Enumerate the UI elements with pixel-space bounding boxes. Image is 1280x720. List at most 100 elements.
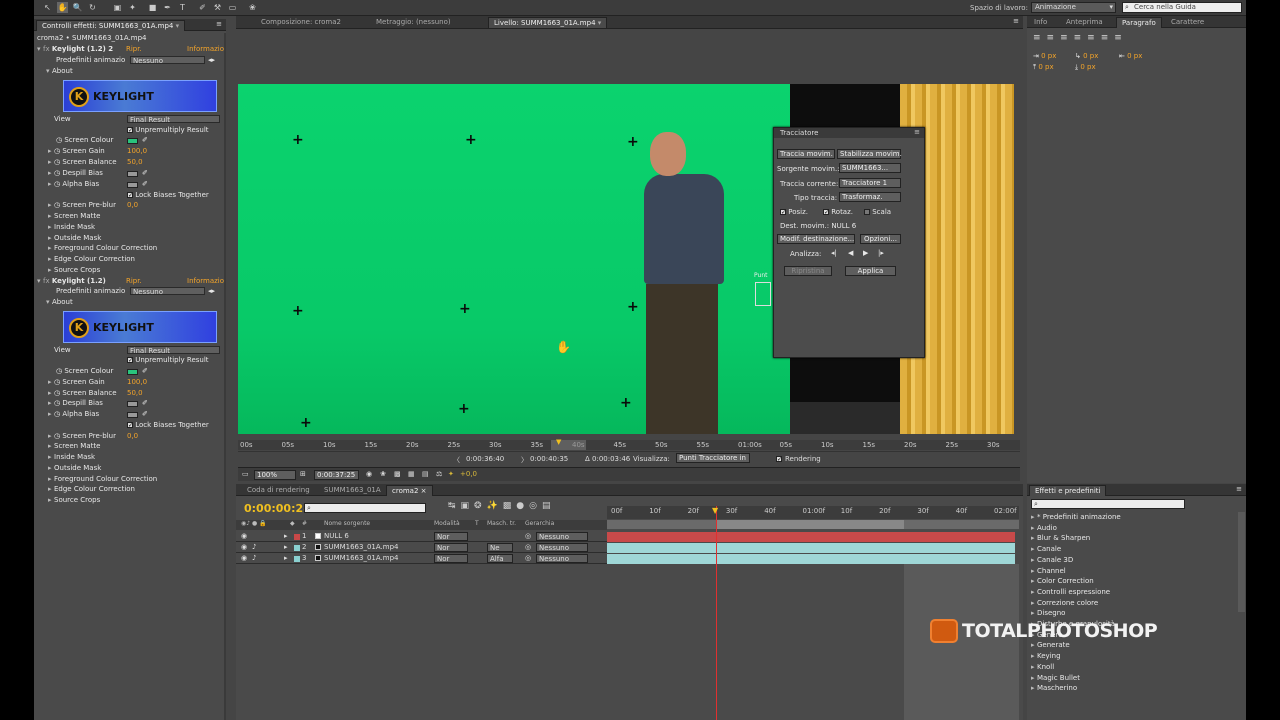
timeline-switches-toolbar[interactable]: ↹▣❂✨▩●◎▤ xyxy=(448,501,556,511)
puppet-tool-icon[interactable]: ❀ xyxy=(247,2,258,13)
edit-target-button[interactable]: Modif. destinazione... xyxy=(777,234,855,244)
nav-arrows-icon[interactable]: ◂▸ xyxy=(208,55,215,66)
exposure-value[interactable]: +0,0 xyxy=(460,470,477,478)
track-type-select[interactable]: Trasformaz. xyxy=(839,192,901,202)
out-time[interactable]: 0:00:40:35 xyxy=(530,455,568,463)
layer-mode[interactable]: Nor xyxy=(434,543,468,552)
effect-category-item[interactable]: ▸ Correzione colore xyxy=(1031,598,1098,609)
indent-first-line[interactable]: ↳ 0 px xyxy=(1075,52,1098,60)
layer-row[interactable]: ◉ ♪ ▸ 2 SUMM1663_01A.mp4 Nor Ne ◎ Nessuno xyxy=(236,542,607,553)
brush-tool-icon[interactable]: ✐ xyxy=(197,2,208,13)
help-search-input[interactable]: ⌕ Cerca nella Guida xyxy=(1122,2,1242,13)
tab-render-queue[interactable]: Coda di rendering xyxy=(242,485,315,496)
lock-biases-checkbox[interactable]: ✓ xyxy=(127,422,133,429)
lock-biases-row[interactable]: ✓ Lock Biases Together xyxy=(34,420,226,431)
out-point-icon[interactable]: 〉 xyxy=(521,455,528,465)
group-outside-mask[interactable]: ▸ Outside Mask xyxy=(34,463,226,474)
playhead-line[interactable] xyxy=(716,506,717,720)
playhead-icon[interactable]: ▼ xyxy=(712,506,718,515)
unpremultiply-row[interactable]: ✓ Unpremultiply Result xyxy=(34,355,226,366)
tab-effect-controls[interactable]: Controlli effetti: SUMM1663_01A.mp4 ▾ xyxy=(36,20,186,31)
tab-summ-comp[interactable]: SUMM1663_01A xyxy=(319,485,386,496)
tab-composition[interactable]: Composizione: croma2 xyxy=(256,17,346,28)
effect-category-item[interactable]: ▸ Channel xyxy=(1031,566,1066,577)
text-tool-icon[interactable]: T xyxy=(177,2,188,13)
layer-mode[interactable]: Nor xyxy=(434,554,468,563)
despill-swatch[interactable] xyxy=(127,401,138,407)
indent-left[interactable]: ⇥ 0 px xyxy=(1033,52,1056,60)
audio-icon[interactable]: ♪ xyxy=(252,542,256,553)
col-parent[interactable]: Gerarchia xyxy=(525,520,554,527)
expand-icon[interactable]: ▸ xyxy=(284,542,288,553)
rotation-option[interactable]: ✓ Rotaz. xyxy=(823,208,853,216)
source-select[interactable]: SUMM1663... xyxy=(839,163,901,173)
col-mode[interactable]: Modalità xyxy=(434,520,460,527)
visibility-icon[interactable]: ◉ xyxy=(241,531,247,542)
show-channel-icon[interactable]: ❀ xyxy=(380,470,386,478)
layer-track-matte[interactable]: Alfa xyxy=(487,554,513,563)
scale-option[interactable]: Scala xyxy=(864,208,891,216)
layer-search-input[interactable]: ⌕ xyxy=(304,503,426,513)
panel-menu-icon[interactable]: ≡ xyxy=(1236,485,1242,493)
presets-dropdown[interactable]: Nessuno xyxy=(130,56,205,65)
timeline-ruler[interactable]: 00f 10f 20f 30f 40f 01:00f 10f 20f 30f 40f 02:00f xyxy=(607,506,1019,519)
effect-category-item[interactable]: ▸ Keying xyxy=(1031,651,1061,662)
transparency-grid-icon[interactable]: ▦ xyxy=(408,470,415,478)
lock-biases-checkbox[interactable]: ✓ xyxy=(127,192,133,199)
label-color-swatch[interactable] xyxy=(294,534,300,540)
tab-footage[interactable]: Metraggio: (nessuno) xyxy=(371,17,456,28)
screen-gain-value[interactable]: 100,0 xyxy=(127,377,147,388)
clone-tool-icon[interactable]: ⚒ xyxy=(212,2,223,13)
group-edge-colour[interactable]: ▸ Edge Colour Correction xyxy=(34,254,226,265)
effect-category-item[interactable]: ▸ * Predefiniti animazione xyxy=(1031,512,1121,523)
screen-gain-value[interactable]: 100,0 xyxy=(127,146,147,157)
effect-category-item[interactable]: ▸ Color Correction xyxy=(1031,576,1094,587)
layer-track-matte[interactable]: Ne xyxy=(487,543,513,552)
eyedropper-icon[interactable]: ✐ xyxy=(142,409,148,420)
snapshot-icon[interactable]: ◉ xyxy=(366,470,372,478)
region-icon[interactable]: ▩ xyxy=(394,470,401,478)
group-edge-colour[interactable]: ▸ Edge Colour Correction xyxy=(34,484,226,495)
tab-layer[interactable]: Livello: SUMM1663_01A.mp4 ▾ xyxy=(488,17,608,28)
zoom-select[interactable]: 100% xyxy=(254,470,296,480)
analyze-forward-icon[interactable]: ▶ xyxy=(863,249,868,257)
apply-button[interactable]: Applica xyxy=(845,266,896,276)
layer-name[interactable]: NULL 6 xyxy=(324,531,349,542)
space-before[interactable]: ⤒ 0 px xyxy=(1033,63,1054,72)
presets-dropdown[interactable]: Nessuno xyxy=(130,287,205,296)
view-select[interactable]: Punti Tracciatore in xyxy=(676,453,750,463)
layer-name[interactable]: SUMM1663_01A.mp4 xyxy=(324,553,398,564)
layer-mode[interactable]: Nor xyxy=(434,532,468,541)
eyedropper-icon[interactable]: ✐ xyxy=(142,135,148,146)
effect-category-item[interactable]: ▸ Canale xyxy=(1031,544,1061,555)
effect-header-1[interactable]: ▾ fx Keylight (1.2) 2 Ripr. Informazio xyxy=(34,44,226,55)
label-icon[interactable]: ◆ xyxy=(290,520,295,527)
label-color-swatch[interactable] xyxy=(294,545,300,551)
work-area-bar[interactable] xyxy=(607,520,1019,529)
about-link[interactable]: Informazio xyxy=(187,44,224,55)
pickwhip-icon[interactable]: ◎ xyxy=(525,531,531,542)
safe-zones-icon[interactable]: ⊞ xyxy=(300,470,306,478)
nav-arrows-icon[interactable]: ◂▸ xyxy=(208,286,215,297)
zoom-tool-icon[interactable]: 🔍 xyxy=(72,2,83,13)
stabilize-motion-button[interactable]: Stabilizza movim. xyxy=(837,149,902,159)
group-source-crops[interactable]: ▸ Source Crops xyxy=(34,265,226,276)
effect-category-item[interactable]: ▸ Magic Bullet xyxy=(1031,673,1080,684)
stopwatch-icon[interactable]: ◷ xyxy=(56,367,62,375)
label-color-swatch[interactable] xyxy=(294,556,300,562)
viewer-time-ruler[interactable]: 00s05s10s15s20s25s30s35s40s45s50s55s01:0… xyxy=(238,438,1020,450)
layer-duration-bar[interactable] xyxy=(607,532,1015,542)
view-dropdown[interactable]: Final Result xyxy=(127,115,220,124)
eyedropper-icon[interactable]: ✐ xyxy=(142,168,148,179)
visibility-icon[interactable]: ◉ xyxy=(241,542,247,553)
screen-colour-swatch[interactable] xyxy=(127,369,138,375)
col-t[interactable]: T xyxy=(475,520,479,527)
in-time[interactable]: 0:00:36:40 xyxy=(466,455,504,463)
analyze-backward-icon[interactable]: ◀ xyxy=(848,249,853,257)
pen-tool-icon[interactable]: ✒ xyxy=(162,2,173,13)
exposure-icon[interactable]: ✦ xyxy=(448,470,454,478)
track-motion-button[interactable]: Traccia movim. xyxy=(777,149,835,159)
workspace-select[interactable]: Animazione ▾ xyxy=(1031,2,1116,13)
pickwhip-icon[interactable]: ◎ xyxy=(525,553,531,564)
group-foreground-colour[interactable]: ▸ Foreground Colour Correction xyxy=(34,243,226,254)
